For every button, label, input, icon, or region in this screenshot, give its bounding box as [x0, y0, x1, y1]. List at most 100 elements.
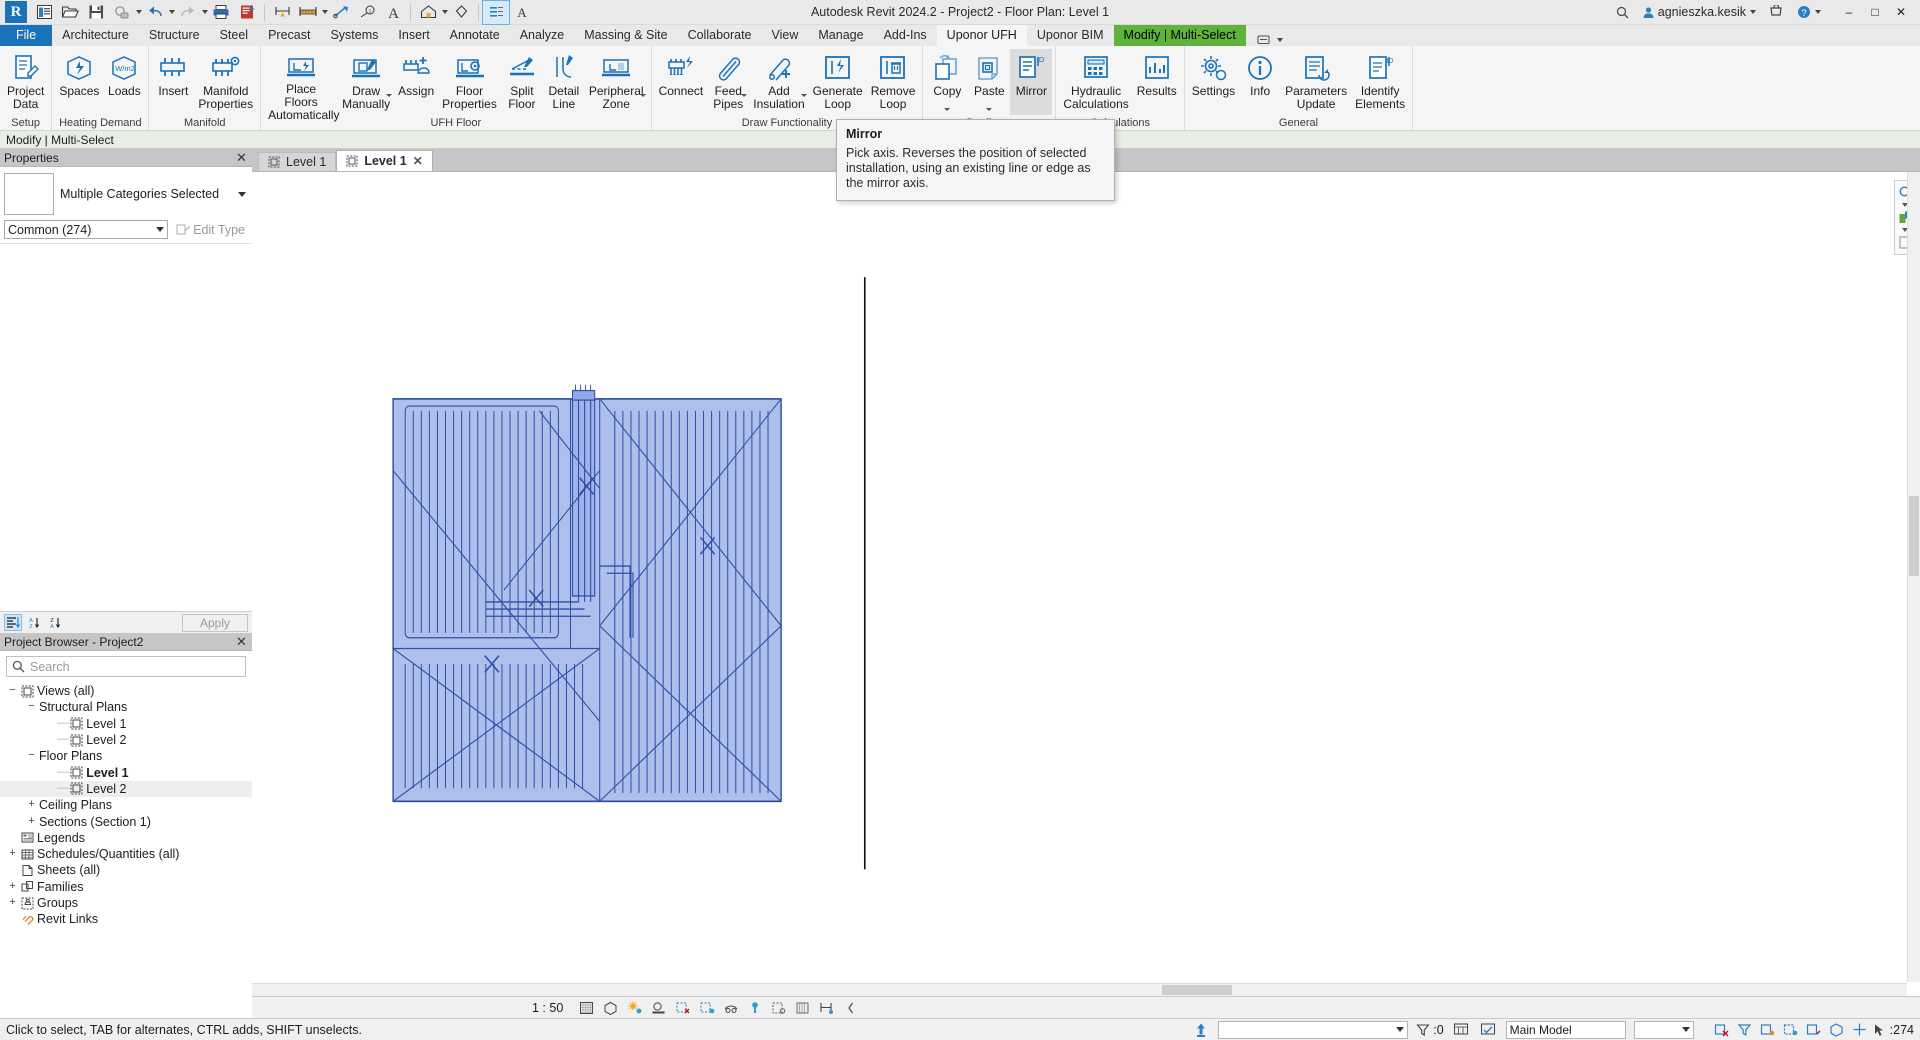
chevron-down-icon[interactable] [238, 191, 246, 197]
tree-item[interactable]: —— Level 1 [0, 764, 252, 780]
tree-item[interactable]: + Sections (Section 1) [0, 813, 252, 829]
drag-elements-icon[interactable] [1850, 1020, 1869, 1039]
ribbon-button-draw-manually[interactable]: Draw Manually [338, 49, 394, 115]
expand-view-bar-icon[interactable] [840, 998, 861, 1017]
tree-item[interactable]: − Views (all) [0, 683, 252, 699]
tree-item[interactable]: Revit Links [0, 911, 252, 927]
tab-analyze[interactable]: Analyze [510, 25, 574, 46]
view-tab-level-1-background[interactable]: Level 1 [258, 152, 337, 171]
worksets-icon[interactable] [1452, 1020, 1471, 1039]
category-combo[interactable]: Common (274) [4, 220, 169, 239]
view-tab-level-1-active[interactable]: Level 1 ✕ [336, 150, 433, 171]
selection-count-group[interactable]: :274 [1873, 1023, 1914, 1037]
chevron-down-icon[interactable] [1681, 1027, 1690, 1032]
group-properties-button[interactable] [4, 614, 22, 631]
ribbon-button-paste[interactable]: Paste [968, 49, 1010, 115]
tree-item[interactable]: + Groups [0, 895, 252, 911]
ribbon-button-project-data[interactable]: Project Data [3, 49, 48, 115]
chevron-down-icon[interactable] [741, 94, 748, 97]
temporary-view-properties-icon[interactable] [792, 998, 813, 1017]
close-icon[interactable]: ✕ [235, 635, 248, 648]
properties-grid[interactable] [0, 243, 252, 611]
type-selector-dropdown[interactable]: Multiple Categories Selected [60, 173, 248, 215]
scrollbar-thumb[interactable] [1909, 496, 1919, 576]
ribbon-button-connect[interactable]: Connect [655, 49, 708, 115]
tab-steel[interactable]: Steel [210, 25, 259, 46]
ribbon-button-results[interactable]: Results [1133, 49, 1181, 115]
chevron-down-icon[interactable] [386, 94, 393, 97]
edit-type-button[interactable]: Edit Type [173, 222, 248, 238]
text-icon[interactable]: A [380, 1, 406, 24]
tab-insert[interactable]: Insert [388, 25, 439, 46]
maximize-button[interactable]: □ [1862, 0, 1888, 25]
expand-icon[interactable]: + [25, 816, 38, 827]
collapse-icon[interactable]: − [25, 702, 38, 713]
tree-item[interactable]: + Schedules/Quantities (all) [0, 846, 252, 862]
tab-uponor-bim[interactable]: Uponor BIM [1027, 25, 1114, 46]
tree-item[interactable]: − Floor Plans [0, 748, 252, 764]
tree-item[interactable]: + Ceiling Plans [0, 797, 252, 813]
ribbon-button-generate-loop[interactable]: Generate Loop [809, 49, 867, 115]
collapse-icon[interactable]: − [6, 686, 19, 697]
sort-descending-button[interactable]: ZA [46, 614, 64, 631]
tree-item[interactable]: + Families [0, 879, 252, 895]
select-underlay-icon[interactable] [1781, 1020, 1800, 1039]
help-menu[interactable]: ? [1793, 2, 1825, 23]
autodesk-store-icon[interactable] [1765, 2, 1788, 23]
thin-lines-icon[interactable] [482, 0, 510, 25]
undo-icon[interactable] [142, 1, 168, 24]
ribbon-button-feed-pipes[interactable]: Feed Pipes [707, 49, 749, 115]
temporary-hide-isolate-icon[interactable] [744, 998, 765, 1017]
search-revit-icon[interactable] [1612, 2, 1633, 23]
chevron-down-icon[interactable] [800, 94, 807, 97]
select-links-icon[interactable] [1758, 1020, 1777, 1039]
close-button[interactable]: ✕ [1888, 0, 1914, 25]
tree-item[interactable]: Sheets (all) [0, 862, 252, 878]
vertical-scrollbar[interactable] [1907, 172, 1920, 982]
ribbon-button-floor-properties[interactable]: Floor Properties [438, 49, 501, 115]
apply-button[interactable]: Apply [182, 613, 248, 632]
print-icon[interactable] [208, 1, 234, 24]
ribbon-options-caret-icon[interactable] [1276, 38, 1283, 42]
tab-view[interactable]: View [762, 25, 809, 46]
tab-architecture[interactable]: Architecture [52, 25, 139, 46]
search-input[interactable] [30, 659, 240, 674]
ribbon-button-hydraulic-calculations[interactable]: Hydraulic Calculations [1059, 49, 1132, 115]
user-menu-caret-icon[interactable] [1750, 10, 1756, 14]
view-scale[interactable]: 1 : 50 [522, 1001, 573, 1015]
revit-logo-icon[interactable]: R [5, 1, 27, 23]
tab-massing-and-site[interactable]: Massing & Site [574, 25, 677, 46]
ribbon-button-place-floors-automatically[interactable]: Place Floors Automatically [264, 49, 339, 122]
ribbon-button-loads[interactable]: W/m2 Loads [103, 49, 145, 115]
expand-icon[interactable]: + [25, 800, 38, 811]
tab-annotate[interactable]: Annotate [440, 25, 510, 46]
tag-icon[interactable] [328, 1, 354, 24]
tab-modify-multi-select[interactable]: Modify | Multi-Select [1113, 25, 1246, 46]
ribbon-button-info[interactable]: Info [1239, 49, 1281, 115]
ribbon-button-spaces[interactable]: Spaces [55, 49, 103, 115]
close-icon[interactable]: ✕ [413, 154, 423, 168]
ribbon-minimize-button[interactable] [1254, 34, 1286, 46]
close-icon[interactable]: ✕ [235, 151, 248, 164]
ribbon-button-peripheral-zone[interactable]: Peripheral Zone [585, 49, 648, 115]
ribbon-button-identify-elements[interactable]: ID Identify Elements [1351, 49, 1409, 115]
shadows-icon[interactable] [648, 998, 669, 1017]
ribbon-button-detail-line[interactable]: Detail Line [543, 49, 585, 115]
tab-precast[interactable]: Precast [258, 25, 320, 46]
chevron-down-icon[interactable] [156, 227, 165, 232]
tab-structure[interactable]: Structure [139, 25, 210, 46]
expand-icon[interactable]: + [6, 849, 19, 860]
save-icon[interactable] [83, 1, 109, 24]
exclude-options-icon[interactable] [1712, 1020, 1731, 1039]
chevron-down-icon[interactable] [944, 108, 951, 111]
measure-icon[interactable] [269, 1, 295, 24]
redo-icon[interactable] [175, 1, 201, 24]
ribbon-button-add-insulation[interactable]: Add Insulation [749, 49, 808, 115]
ribbon-button-copy[interactable]: Copy [926, 49, 968, 115]
design-options-icon[interactable] [1479, 1020, 1498, 1039]
tree-item[interactable]: —— Level 2 [0, 732, 252, 748]
lock-3d-view-icon[interactable] [720, 998, 741, 1017]
main-model-combo[interactable]: Main Model [1505, 1020, 1626, 1039]
tab-add-ins[interactable]: Add-Ins [874, 25, 937, 46]
ribbon-button-mirror[interactable]: ID Mirror [1010, 49, 1053, 115]
